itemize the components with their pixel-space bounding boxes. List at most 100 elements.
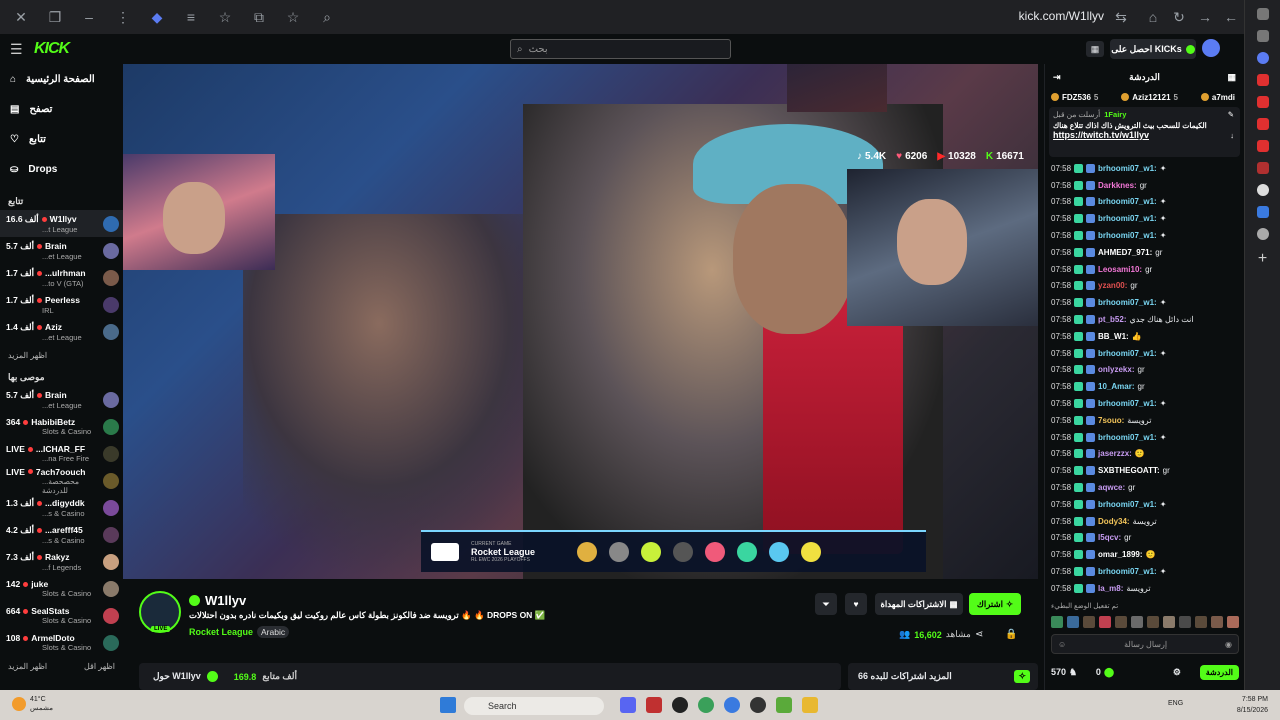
chat-settings-icon[interactable]: ⚙ [1173, 667, 1181, 678]
message-username[interactable]: brhoomi07_w1: [1098, 433, 1157, 442]
zoom-icon[interactable]: ⌕ [314, 4, 340, 30]
about-section[interactable]: حول W1llyv 169.8 ألف متابع [139, 663, 841, 690]
emote-4[interactable] [1099, 616, 1111, 628]
restore-icon[interactable]: ❐ [42, 4, 68, 30]
chat-users-icon[interactable]: ▦ [1227, 72, 1236, 83]
emote-12[interactable] [1227, 616, 1239, 628]
get-kicks-button[interactable]: احصل على KICKs [1110, 39, 1196, 59]
rail-youtube-icon-4[interactable] [1256, 140, 1269, 152]
recommended-channel-row[interactable]: 1.3 ألف ...digyddk ...s & Casino [0, 494, 123, 521]
following-channel-row[interactable]: 1.4 ألف Aziz ...et League [0, 318, 123, 345]
message-username[interactable]: Leosami10: [1098, 265, 1142, 274]
reload-icon[interactable]: ↻ [1166, 4, 1192, 30]
message-username[interactable]: onlyzekx: [1098, 365, 1134, 374]
emote-9[interactable] [1179, 616, 1191, 628]
forward-icon[interactable]: → [1192, 4, 1218, 30]
bookmark-star-icon[interactable]: ☆ [280, 4, 306, 30]
rail-youtube-icon-2[interactable] [1256, 96, 1269, 108]
message-username[interactable]: omar_1899: [1098, 550, 1142, 559]
emote-8[interactable] [1163, 616, 1175, 628]
rail-app-icon[interactable] [1256, 52, 1269, 64]
leaderboard-entry[interactable]: Aziz12121 5 [1121, 93, 1178, 102]
message-username[interactable]: brhoomi07_w1: [1098, 231, 1157, 240]
emoji-picker-icon[interactable]: ☺ [1058, 640, 1066, 649]
chat-send-button[interactable]: الدردشة [1199, 664, 1239, 680]
kick-logo[interactable]: KICK [34, 40, 70, 58]
language-indicator[interactable]: ENG [1168, 700, 1183, 707]
recommended-channel-row[interactable]: 7.3 ألف Rakyz ...f Legends [0, 548, 123, 575]
app-icon-dark[interactable] [750, 697, 766, 713]
weather-widget[interactable]: 41°C مشمس [12, 695, 53, 713]
emote-11[interactable] [1211, 616, 1223, 628]
message-username[interactable]: pt_b52: [1098, 315, 1126, 324]
emote-1[interactable] [1051, 616, 1063, 628]
subscribe-button[interactable]: اشتراك ✧ [969, 593, 1021, 615]
message-username[interactable]: jaserzzx: [1098, 449, 1132, 458]
nav-home[interactable]: ⌂ الصفحة الرئيسية [0, 64, 123, 94]
message-username[interactable]: Darkknes: [1098, 181, 1137, 190]
stream-category[interactable]: Rocket League [189, 627, 253, 637]
emote-6[interactable] [1131, 616, 1143, 628]
rail-grid-icon[interactable] [1256, 8, 1269, 20]
message-username[interactable]: brhoomi07_w1: [1098, 214, 1157, 223]
collapse-chat-icon[interactable]: ⇥ [1053, 72, 1061, 83]
user-avatar[interactable] [1202, 39, 1220, 57]
more-menu-icon[interactable]: ⋮ [110, 4, 136, 30]
lock-icon[interactable]: 🔒 [1005, 629, 1017, 640]
message-username[interactable]: brhoomi07_w1: [1098, 164, 1157, 173]
rail-youtube-icon[interactable] [1256, 74, 1269, 86]
folder-icon[interactable] [802, 697, 818, 713]
leaderboard-entry[interactable]: a7mdi [1200, 93, 1238, 102]
emote-5[interactable] [1115, 616, 1127, 628]
taskbar-search[interactable]: Search [464, 697, 604, 715]
back-icon[interactable]: ← [1218, 4, 1244, 30]
streamer-name[interactable]: W1llyv [205, 593, 246, 608]
rail-copilot-icon[interactable] [1256, 228, 1269, 240]
notification-button[interactable]: ⏷ [815, 593, 837, 615]
home-browser-icon[interactable]: ⌂ [1140, 4, 1166, 30]
pin-icon[interactable]: ✎ [1228, 110, 1234, 119]
search-input[interactable]: ⌕ بحث [510, 39, 731, 59]
rail-tag-icon[interactable] [1256, 206, 1269, 218]
site-settings-icon[interactable]: ⇆ [1108, 4, 1134, 30]
layout-icon[interactable]: ▦ [1086, 41, 1104, 57]
message-username[interactable]: AHMED7_971: [1098, 248, 1152, 257]
close-tab-icon[interactable]: ✕ [8, 4, 34, 30]
extension-icon[interactable]: ◆ [144, 4, 170, 30]
leaderboard-entry[interactable]: FDZ536 5 [1051, 93, 1098, 102]
points-display[interactable]: 570 ♞ [1051, 667, 1077, 678]
obs-icon[interactable] [672, 697, 688, 713]
address-bar[interactable]: kick.com/W1llyv [1019, 9, 1104, 23]
subs-goal-box[interactable]: المزيد اشتراكات للبده 66 ✧ [848, 663, 1038, 690]
expand-pinned-icon[interactable]: ↓ [1230, 131, 1234, 140]
emote-3[interactable] [1083, 616, 1095, 628]
menu-icon[interactable]: ☰ [10, 41, 23, 58]
chat-input[interactable]: ☺ إرسال رسالة ◉ [1051, 634, 1239, 654]
favorites-icon[interactable]: ☆ [212, 4, 238, 30]
recommended-channel-row[interactable]: 108 ArmelDoto Slots & Casino [0, 629, 123, 656]
minimize-icon[interactable]: – [76, 4, 102, 30]
recommended-channel-row[interactable]: 5.7 ألف Brain ...et League [0, 386, 123, 413]
stream-language-tag[interactable]: Arabic [257, 626, 290, 638]
recommended-channel-row[interactable]: 364 HabibiBetz Slots & Casino [0, 413, 123, 440]
chrome-dev-icon[interactable] [724, 697, 740, 713]
message-username[interactable]: brhoomi07_w1: [1098, 197, 1157, 206]
message-username[interactable]: 10_Amar: [1098, 382, 1134, 391]
gift-subs-button[interactable]: الاشتراكات المهداة ▦ [875, 593, 963, 615]
emote-2[interactable] [1067, 616, 1079, 628]
message-username[interactable]: brhoomi07_w1: [1098, 567, 1157, 576]
message-username[interactable]: 7souo: [1098, 416, 1124, 425]
video-player[interactable]: ♪ 5.4K ♥ 6206 ▶ 10328 K 16671 CURRENT GAME R… [123, 64, 1038, 579]
rail-youtube-icon-3[interactable] [1256, 118, 1269, 130]
share-icon[interactable]: ⋖ [975, 629, 983, 640]
message-username[interactable]: l5qcv: [1098, 533, 1121, 542]
recommended-channel-row[interactable]: LIVE ...ICHAR_FF ...na Free Fire [0, 440, 123, 467]
message-username[interactable]: brhoomi07_w1: [1098, 500, 1157, 509]
extensions-icon[interactable]: ⧉ [246, 4, 272, 30]
rail-app-icon-2[interactable] [1256, 162, 1269, 174]
chrome-icon[interactable] [698, 697, 714, 713]
windows-start-icon[interactable] [440, 697, 456, 713]
clock[interactable]: 7:58 PM 8/15/2026 [1237, 694, 1268, 716]
rail-search-icon[interactable] [1256, 30, 1269, 42]
kicks-display[interactable]: 0 ⬤ [1096, 667, 1114, 678]
